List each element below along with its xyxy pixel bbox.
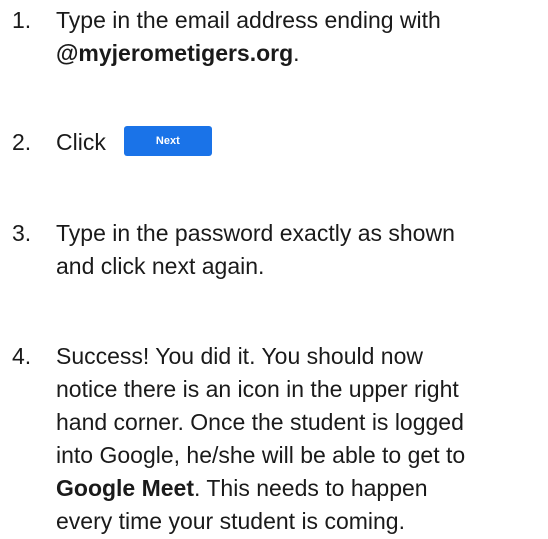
next-button[interactable]: Next <box>123 125 212 156</box>
step-4-line-1: Success! You did it. You should now <box>56 343 424 369</box>
step-1-line-1: Type in the email address ending with <box>56 7 441 33</box>
step-3-line-1: Type in the password exactly as shown <box>56 220 455 246</box>
step-4-line-4: into Google, he/she will be able to get … <box>56 442 466 468</box>
step-4-line-5-rest: . This needs to happen <box>194 475 428 501</box>
google-meet-label: Google Meet <box>56 475 195 501</box>
step-4-line-5: Google Meet. This needs to happen <box>56 472 540 505</box>
step-4-line-2: notice there is an icon in the upper rig… <box>56 376 459 402</box>
step-text: Click Next <box>56 125 540 159</box>
step-2-line: Click Next <box>56 125 540 159</box>
step-text: Type in the password exactly as shown an… <box>56 217 540 283</box>
step-1-line-2: @myjerometigers.org. <box>56 37 540 70</box>
email-domain: @myjerometigers.org <box>56 40 294 66</box>
punctuation: . <box>293 40 300 66</box>
step-text: Success! You did it. You should now noti… <box>56 340 540 538</box>
step-number: 3. <box>12 220 32 246</box>
step-number: 2. <box>12 129 32 155</box>
step-text: Type in the email address ending with @m… <box>56 4 540 70</box>
step-4-line-6: every time your student is coming. <box>56 508 405 534</box>
step-4-line-3: hand corner. Once the student is logged <box>56 409 464 435</box>
step-number: 4. <box>12 343 32 369</box>
click-label: Click <box>56 129 106 155</box>
step-number: 1. <box>12 7 32 33</box>
step-3-line-2: and click next again. <box>56 253 265 279</box>
